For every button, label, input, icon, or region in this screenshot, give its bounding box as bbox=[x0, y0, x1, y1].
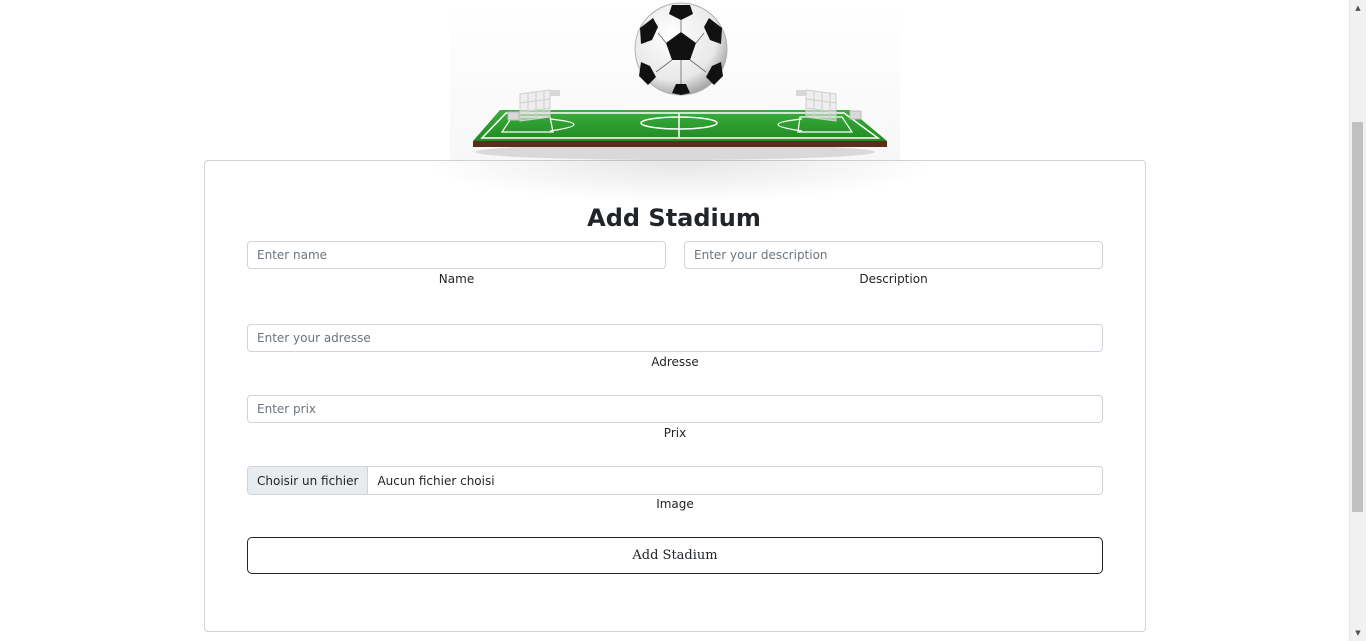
image-file-input[interactable]: Choisir un fichier Aucun fichier choisi bbox=[247, 466, 1103, 495]
scroll-down-arrow-icon[interactable]: ▼ bbox=[1350, 625, 1366, 641]
description-label: Description bbox=[859, 272, 928, 286]
scroll-up-arrow-icon[interactable]: ▲ bbox=[1350, 0, 1366, 16]
choose-file-button[interactable]: Choisir un fichier bbox=[248, 467, 369, 494]
stadium-hero-image bbox=[450, 0, 900, 160]
vertical-scrollbar[interactable]: ▲ ▼ bbox=[1349, 0, 1366, 641]
page-title: Add Stadium bbox=[587, 204, 761, 232]
name-label: Name bbox=[438, 272, 475, 286]
add-stadium-button[interactable]: Add Stadium bbox=[247, 537, 1103, 574]
name-input[interactable] bbox=[247, 241, 666, 269]
description-input[interactable] bbox=[684, 241, 1103, 269]
adresse-input[interactable] bbox=[247, 324, 1103, 352]
adresse-label: Adresse bbox=[651, 355, 699, 369]
soccer-stadium-icon bbox=[473, 2, 887, 160]
file-name-text: Aucun fichier choisi bbox=[377, 473, 495, 488]
page: Add Stadium Name Description Adresse Pri… bbox=[0, 0, 1366, 641]
scroll-thumb[interactable] bbox=[1352, 122, 1363, 512]
prix-label: Prix bbox=[663, 426, 687, 440]
image-label: Image bbox=[656, 497, 694, 511]
prix-input[interactable] bbox=[247, 395, 1103, 423]
